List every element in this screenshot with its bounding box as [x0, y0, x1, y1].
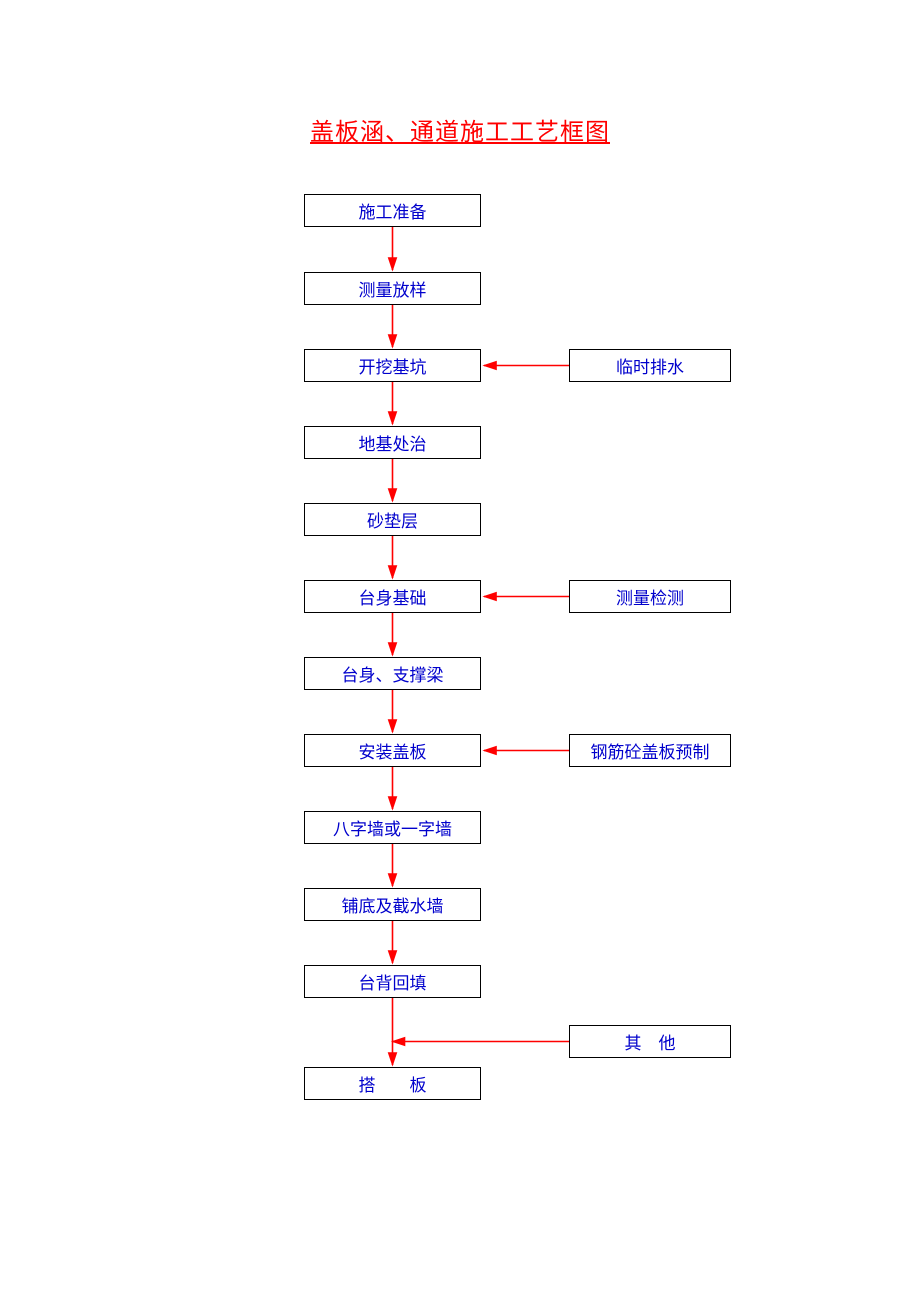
node-s3: 钢筋砼盖板预制	[569, 734, 731, 767]
node-label: 其 他	[625, 1029, 676, 1054]
node-label: 地基处治	[359, 430, 427, 455]
node-label: 砂垫层	[367, 507, 418, 532]
node-n3: 开挖基坑	[304, 349, 481, 382]
node-label: 施工准备	[359, 198, 427, 223]
node-n11: 台背回填	[304, 965, 481, 998]
node-label: 开挖基坑	[359, 353, 427, 378]
node-label: 台身、支撑梁	[342, 661, 444, 686]
node-n1: 施工准备	[304, 194, 481, 227]
node-label: 测量检测	[616, 584, 684, 609]
node-label: 八字墙或一字墙	[333, 815, 452, 840]
node-n2: 测量放样	[304, 272, 481, 305]
node-n10: 铺底及截水墙	[304, 888, 481, 921]
node-n7: 台身、支撑梁	[304, 657, 481, 690]
node-s4: 其 他	[569, 1025, 731, 1058]
node-n8: 安装盖板	[304, 734, 481, 767]
node-s1: 临时排水	[569, 349, 731, 382]
node-label: 临时排水	[616, 353, 684, 378]
node-label: 安装盖板	[359, 738, 427, 763]
diagram-title: 盖板涵、通道施工工艺框图	[0, 112, 920, 147]
node-n9: 八字墙或一字墙	[304, 811, 481, 844]
node-label: 铺底及截水墙	[342, 892, 444, 917]
node-label: 搭 板	[359, 1071, 427, 1096]
node-n6: 台身基础	[304, 580, 481, 613]
node-n5: 砂垫层	[304, 503, 481, 536]
node-n4: 地基处治	[304, 426, 481, 459]
node-s2: 测量检测	[569, 580, 731, 613]
node-label: 台身基础	[359, 584, 427, 609]
node-label: 钢筋砼盖板预制	[591, 738, 710, 763]
node-label: 台背回填	[359, 969, 427, 994]
node-n12: 搭 板	[304, 1067, 481, 1100]
node-label: 测量放样	[359, 276, 427, 301]
